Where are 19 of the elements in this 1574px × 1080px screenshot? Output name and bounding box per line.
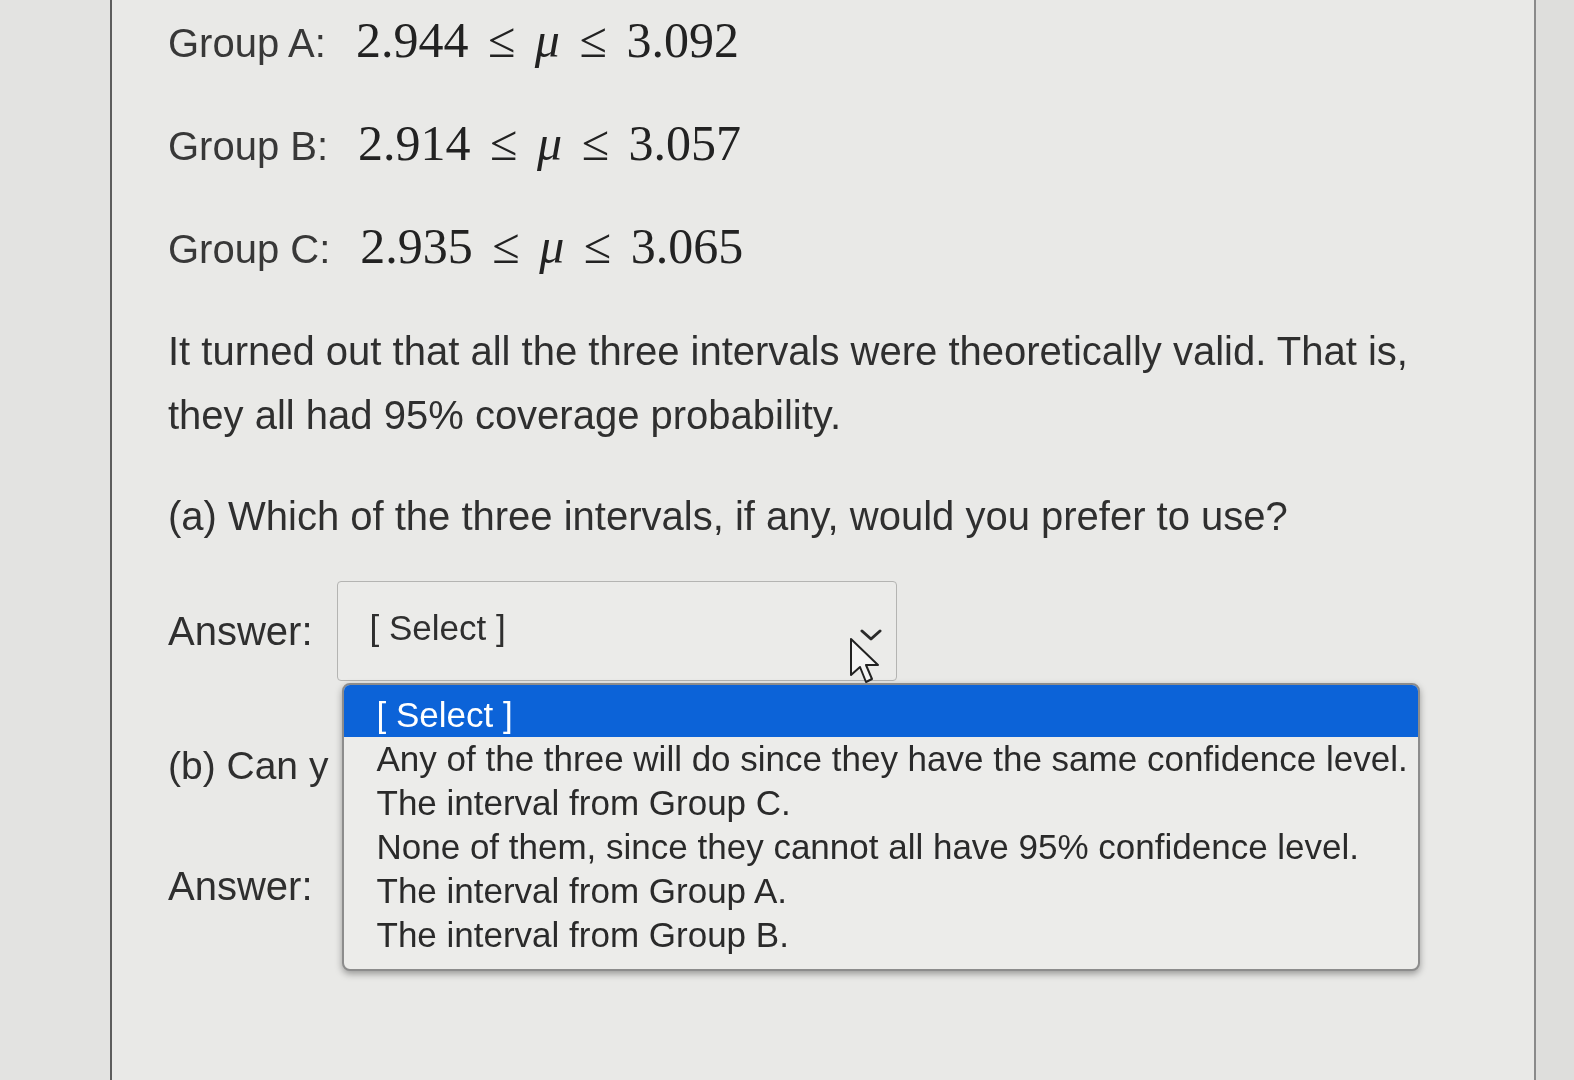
statement-paragraph: It turned out that all the three intervals were theoretically valid. That is, they all had 95% coverage probability. [168,328,1409,439]
chevron-down-icon [859,629,882,641]
group-label: Group B: [168,123,329,170]
answer-label: Answer: [168,608,313,654]
dropdown-option[interactable]: The interval from Group A. [343,869,1408,913]
dropdown-option[interactable]: Any of the three will do since they have the same confidence level. [343,737,1408,781]
dropdown-option[interactable]: The interval from Group B. [343,913,1408,957]
group-label: Group C: [168,226,331,273]
interval-formula: 2.914 ≤ μ ≤ 3.057 [358,117,742,169]
group-label: Group A: [168,20,326,67]
question-text: (a) Which of the three intervals, if any, would you prefer to use? [168,493,1288,540]
interval-formula: 2.935 ≤ μ ≤ 3.065 [360,220,744,272]
interval-formula: 2.944 ≤ μ ≤ 3.092 [355,14,739,66]
answer-dropdown[interactable]: [ Select ] [336,581,897,681]
dropdown-option[interactable]: The interval from Group C. [343,781,1408,825]
dropdown-option[interactable]: [ Select ] [343,685,1418,737]
dropdown-option[interactable]: None of them, since they cannot all have 95% confidence level. [343,825,1408,869]
answer-label: Answer: [168,863,313,910]
question-text: (b) Can y [168,743,329,789]
